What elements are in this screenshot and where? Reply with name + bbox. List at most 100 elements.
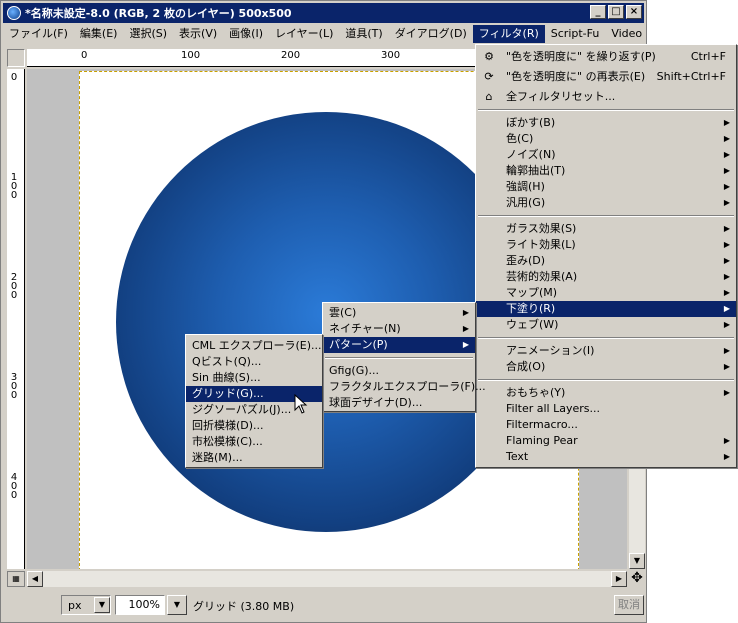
menu-item-filter-all-layers[interactable]: Filter all Layers...: [476, 401, 736, 417]
menu-item-render[interactable]: 下塗り(R) ▶: [476, 301, 736, 317]
navigate-icon[interactable]: ✥: [629, 571, 645, 587]
menu-item-qbist[interactable]: Qビスト(Q)...: [186, 354, 322, 370]
gimp-icon: [7, 6, 21, 20]
menu-item-label: 汎用(G): [506, 196, 546, 209]
menu-item-nature[interactable]: ネイチャー(N) ▶: [323, 321, 475, 337]
menu-item-label: ノイズ(N): [506, 148, 556, 161]
submenu-arrow-icon: ▶: [723, 452, 730, 461]
menu-item-colors[interactable]: 色(C) ▶: [476, 131, 736, 147]
menu-view[interactable]: 表示(V): [173, 25, 223, 43]
menu-item-edge-detect[interactable]: 輪郭抽出(T) ▶: [476, 163, 736, 179]
menu-layer[interactable]: レイヤー(L): [269, 25, 339, 43]
menu-item-label: 回折模様(D)...: [192, 419, 264, 432]
menu-item-sphere-designer[interactable]: 球面デザイナ(D)...: [323, 395, 475, 411]
submenu-arrow-icon: ▶: [723, 362, 730, 371]
menu-item-label: 市松模様(C)...: [192, 435, 263, 448]
scroll-down-icon[interactable]: ▼: [629, 553, 645, 569]
quick-mask-icon[interactable]: ▦: [7, 571, 25, 587]
ruler-label: 0: [81, 50, 88, 61]
menu-item-toys[interactable]: おもちゃ(Y) ▶: [476, 385, 736, 401]
menu-file[interactable]: ファイル(F): [3, 25, 74, 43]
submenu-arrow-icon: ▶: [723, 182, 730, 191]
submenu-arrow-icon: ▶: [723, 388, 730, 397]
menu-filters[interactable]: フィルタ(R): [472, 25, 545, 43]
menu-image[interactable]: 画像(I): [223, 25, 269, 43]
chevron-down-icon[interactable]: ▼: [94, 597, 110, 613]
maximize-button[interactable]: □: [608, 5, 624, 19]
submenu-arrow-icon: ▶: [723, 166, 730, 175]
title-bar[interactable]: *名称未設定-8.0 (RGB, 2 枚のレイヤー) 500x500 _ □ ×: [3, 3, 644, 23]
status-bar: px ▼ 100% ▼ グリッド (3.80 MB) 取消: [3, 591, 646, 621]
zoom-input[interactable]: 100%: [115, 595, 165, 615]
menu-item-clouds[interactable]: 雲(C) ▶: [323, 305, 475, 321]
menu-item-reset-all[interactable]: ⌂ 全フィルタリセット...: [476, 89, 736, 105]
menu-item-diffraction[interactable]: 回折模様(D)...: [186, 418, 322, 434]
submenu-arrow-icon: ▶: [462, 324, 469, 333]
unit-select[interactable]: px ▼: [61, 595, 111, 615]
cancel-button[interactable]: 取消: [614, 595, 644, 615]
menu-separator: [478, 337, 734, 339]
menu-item-glass-effects[interactable]: ガラス効果(S) ▶: [476, 221, 736, 237]
menu-item-label: ネイチャー(N): [329, 322, 401, 335]
menu-item-web[interactable]: ウェブ(W) ▶: [476, 317, 736, 333]
chevron-down-icon[interactable]: ▼: [167, 595, 187, 615]
submenu-arrow-icon: ▶: [723, 198, 730, 207]
menu-item-pattern[interactable]: パターン(P) ▶: [323, 337, 475, 353]
menu-item-enhance[interactable]: 強調(H) ▶: [476, 179, 736, 195]
ruler-label: 300: [381, 50, 401, 61]
menu-item-flaming-pear[interactable]: Flaming Pear ▶: [476, 433, 736, 449]
menu-item-maze[interactable]: 迷路(M)...: [186, 450, 322, 466]
menu-item-distorts[interactable]: 歪み(D) ▶: [476, 253, 736, 269]
menu-item-light-effects[interactable]: ライト効果(L) ▶: [476, 237, 736, 253]
menu-edit[interactable]: 編集(E): [74, 25, 124, 43]
menu-item-label: グリッド(G)...: [192, 387, 264, 400]
menu-item-label: フラクタルエクスプローラ(F)...: [329, 380, 486, 393]
ruler-corner-button[interactable]: [7, 49, 25, 67]
menu-item-fractal-explorer[interactable]: フラクタルエクスプローラ(F)...: [323, 379, 486, 395]
submenu-arrow-icon: ▶: [462, 308, 469, 317]
vertical-ruler[interactable]: 0 100 200 300 400: [7, 69, 25, 569]
scroll-left-icon[interactable]: ◀: [27, 571, 43, 587]
menu-item-artistic[interactable]: 芸術的効果(A) ▶: [476, 269, 736, 285]
submenu-arrow-icon: ▶: [723, 346, 730, 355]
menu-item-blur[interactable]: ぼかす(B) ▶: [476, 115, 736, 131]
window-title: *名称未設定-8.0 (RGB, 2 枚のレイヤー) 500x500: [25, 7, 292, 20]
menu-item-label: ジグソーパズル(J)...: [192, 403, 292, 416]
menu-item-reshow-last[interactable]: ⟳ "色を透明度に" の再表示(E) Shift+Ctrl+F: [476, 69, 736, 85]
shortcut-label: Shift+Ctrl+F: [656, 70, 726, 83]
menu-item-checkerboard[interactable]: 市松模様(C)...: [186, 434, 322, 450]
menu-video[interactable]: Video: [605, 25, 648, 43]
menu-item-label: 合成(O): [506, 360, 546, 373]
scroll-right-icon[interactable]: ▶: [611, 571, 627, 587]
menu-dialogs[interactable]: ダイアログ(D): [389, 25, 473, 43]
shortcut-label: Ctrl+F: [690, 50, 726, 63]
menu-item-text[interactable]: Text ▶: [476, 449, 736, 465]
menu-script-fu[interactable]: Script-Fu: [545, 25, 606, 43]
menu-item-map[interactable]: マップ(M) ▶: [476, 285, 736, 301]
menu-item-gfig[interactable]: Gfig(G)...: [323, 363, 475, 379]
repeat-icon: ⟳: [484, 70, 494, 83]
zoom-select[interactable]: 100% ▼: [115, 595, 189, 615]
menu-item-repeat-last[interactable]: ⚙ "色を透明度に" を繰り返す(P) Ctrl+F: [476, 49, 736, 65]
menu-item-cml-explorer[interactable]: CML エクスプローラ(E)...: [186, 338, 322, 354]
menu-item-filtermacro[interactable]: Filtermacro...: [476, 417, 736, 433]
menu-item-label: 歪み(D): [506, 254, 546, 267]
menu-item-animation[interactable]: アニメーション(I) ▶: [476, 343, 736, 359]
ruler-label: 300: [10, 372, 18, 401]
menu-item-generic[interactable]: 汎用(G) ▶: [476, 195, 736, 211]
menu-tools[interactable]: 道具(T): [339, 25, 388, 43]
menu-item-sinus[interactable]: Sin 曲線(S)...: [186, 370, 322, 386]
menu-item-combine[interactable]: 合成(O) ▶: [476, 359, 736, 375]
menu-select[interactable]: 選択(S): [123, 25, 173, 43]
menu-item-label: Gfig(G)...: [329, 364, 380, 377]
ruler-label: 0: [10, 72, 18, 83]
minimize-button[interactable]: _: [590, 5, 606, 19]
menu-bar: ファイル(F) 編集(E) 選択(S) 表示(V) 画像(I) レイヤー(L) …: [3, 24, 644, 44]
horizontal-scrollbar[interactable]: ◀ ▶: [27, 571, 627, 587]
menu-item-label: 強調(H): [506, 180, 545, 193]
close-button[interactable]: ×: [626, 5, 642, 19]
menu-item-label: おもちゃ(Y): [506, 386, 566, 399]
ruler-label: 400: [10, 472, 18, 501]
menu-item-label: ガラス効果(S): [506, 222, 577, 235]
menu-item-noise[interactable]: ノイズ(N) ▶: [476, 147, 736, 163]
